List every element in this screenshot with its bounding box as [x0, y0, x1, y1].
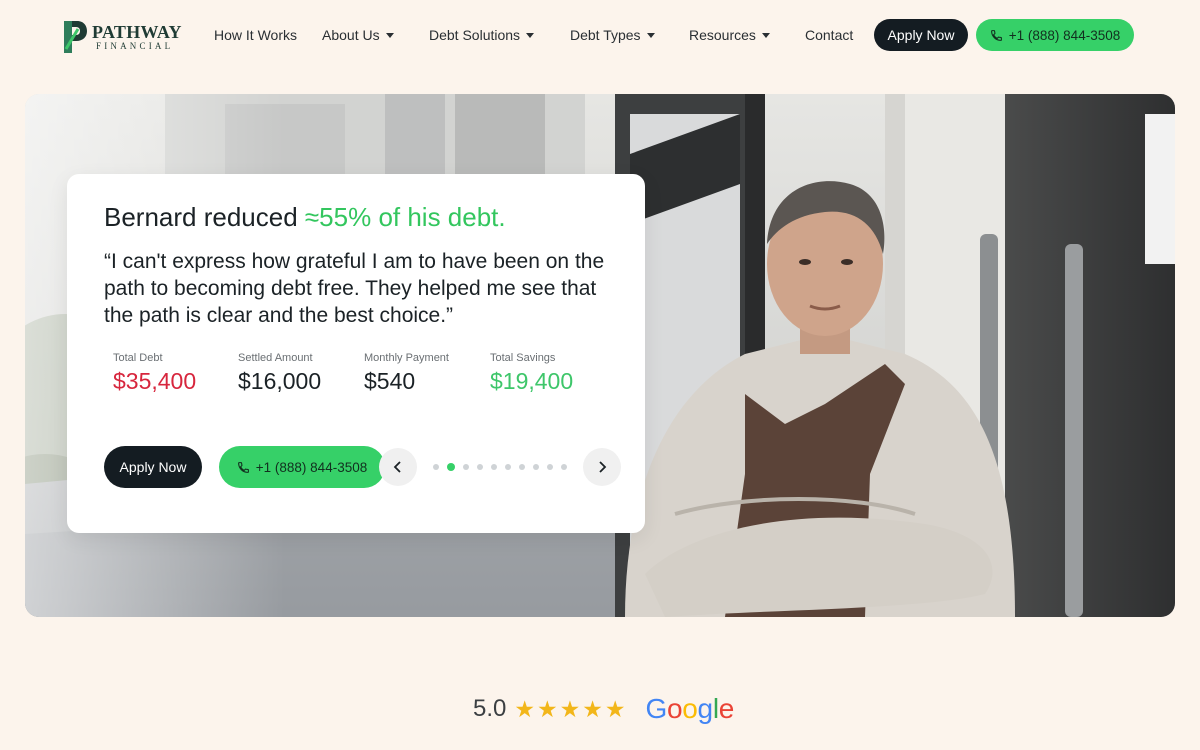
carousel-dots [433, 463, 567, 471]
nav-debt-types[interactable]: Debt Types [570, 24, 655, 46]
testimonial-title: Bernard reduced ≈55% of his debt. [104, 202, 506, 233]
caret-down-icon [761, 33, 770, 38]
stat-label: Total Savings [490, 352, 556, 364]
carousel-dot[interactable] [519, 464, 525, 470]
carousel-dot[interactable] [561, 464, 567, 470]
title-prefix: Bernard reduced [104, 202, 305, 232]
card-apply-now-button[interactable]: Apply Now [104, 446, 202, 488]
phone-icon [237, 461, 249, 473]
star-icon: ★ [514, 695, 535, 722]
google-rating: 5.0 ★ ★ ★ ★ ★ Google [473, 692, 734, 726]
stat-label: Settled Amount [238, 352, 313, 364]
chevron-right-icon [599, 461, 607, 473]
logo-text: PATHWAY FINANCIAL [92, 23, 182, 51]
carousel-dot[interactable] [477, 464, 483, 470]
stat-monthly-payment: Monthly Payment $540 [364, 352, 449, 395]
nav-label: Debt Solutions [429, 27, 521, 43]
google-letter: e [718, 693, 735, 724]
carousel-dot[interactable] [533, 464, 539, 470]
stat-label: Monthly Payment [364, 352, 449, 364]
stat-total-savings: Total Savings $19,400 [490, 352, 573, 395]
google-letter: G [645, 693, 668, 724]
nav-label: Debt Types [570, 27, 641, 43]
carousel-dot[interactable] [447, 463, 455, 471]
rating-stars: ★ ★ ★ ★ ★ [514, 695, 626, 722]
brand-name: PATHWAY [92, 22, 182, 42]
brand-subtitle: FINANCIAL [96, 41, 174, 51]
pathway-logo-icon [64, 21, 87, 53]
site-header: PATHWAY FINANCIAL How It Works About Us … [0, 0, 1200, 70]
card-phone-label: +1 (888) 844-3508 [255, 459, 368, 475]
carousel-dot[interactable] [505, 464, 511, 470]
header-apply-now-button[interactable]: Apply Now [874, 19, 968, 51]
testimonial-quote: “I can't express how grateful I am to ha… [104, 250, 605, 327]
caret-down-icon [646, 33, 655, 38]
stat-value: $540 [364, 368, 416, 394]
google-letter: o [666, 693, 683, 724]
google-letter: o [682, 693, 698, 724]
carousel-dot[interactable] [491, 464, 497, 470]
header-phone-label: +1 (888) 844-3508 [1008, 27, 1121, 43]
pathway-logo[interactable]: PATHWAY FINANCIAL [62, 18, 182, 56]
nav-label: Resources [689, 27, 756, 43]
nav-how-it-works[interactable]: How It Works [214, 24, 297, 46]
testimonial-card: Bernard reduced ≈55% of his debt. “I can… [67, 174, 645, 533]
star-icon: ★ [559, 695, 581, 722]
stat-value: $19,400 [490, 368, 574, 394]
card-phone-button[interactable]: +1 (888) 844-3508 [219, 446, 385, 488]
nav-contact[interactable]: Contact [805, 24, 853, 46]
star-icon: ★ [537, 695, 558, 722]
carousel-prev-button[interactable] [379, 448, 417, 486]
carousel-dot[interactable] [433, 464, 439, 470]
carousel-dot[interactable] [463, 464, 469, 470]
stat-total-debt: Total Debt $35,400 [113, 352, 196, 395]
star-icon: ★ [604, 695, 626, 722]
nav-label: Contact [805, 27, 854, 43]
caret-down-icon [385, 33, 394, 38]
nav-label: About Us [322, 27, 380, 43]
nav-resources[interactable]: Resources [689, 24, 770, 46]
stat-value: $16,000 [238, 368, 322, 394]
nav-debt-solutions[interactable]: Debt Solutions [429, 24, 535, 46]
google-logo: Google [646, 695, 735, 723]
phone-icon [990, 29, 1002, 41]
stat-settled-amount: Settled Amount $16,000 [238, 352, 321, 395]
stat-value: $35,400 [113, 368, 197, 394]
star-icon: ★ [582, 695, 603, 722]
nav-about-us[interactable]: About Us [322, 24, 394, 46]
stat-label: Total Debt [113, 352, 163, 364]
google-letter: g [697, 693, 714, 724]
rating-score: 5.0 [473, 695, 507, 722]
header-phone-button[interactable]: +1 (888) 844-3508 [976, 19, 1134, 51]
hero-banner: Bernard reduced ≈55% of his debt. “I can… [25, 94, 1175, 617]
nav-label: How It Works [214, 27, 297, 43]
title-highlight: ≈55% of his debt. [304, 202, 506, 232]
caret-down-icon [526, 33, 535, 38]
carousel-next-button[interactable] [583, 448, 621, 486]
chevron-left-icon [393, 461, 401, 473]
carousel-dot[interactable] [547, 464, 553, 470]
